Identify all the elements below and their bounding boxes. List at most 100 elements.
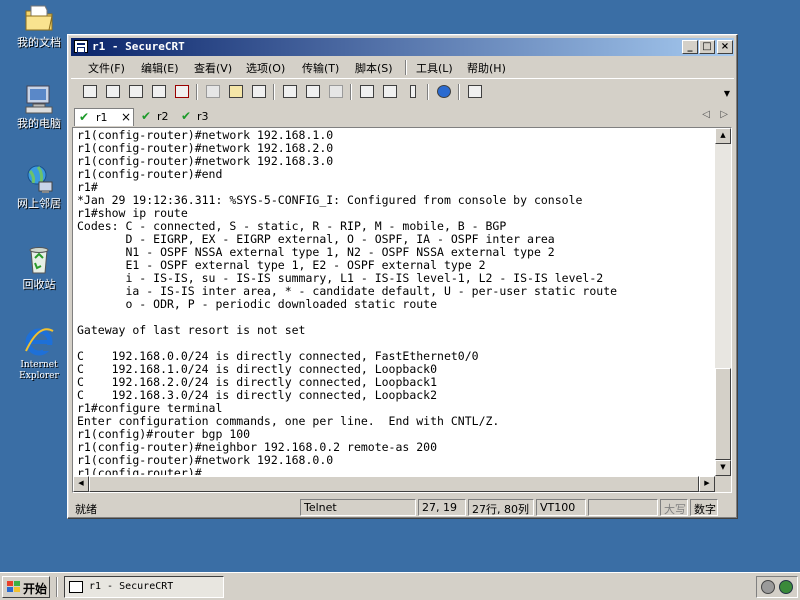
- menu-tools[interactable]: 工具(L): [416, 60, 453, 76]
- status-bar: 就绪 Telnet 27, 19 27行, 80列 VT100 大写 数字: [71, 497, 734, 517]
- start-label: 开始: [23, 582, 48, 596]
- system-tray: [756, 576, 798, 598]
- tab-label: r3: [197, 110, 209, 123]
- help-icon[interactable]: [435, 83, 453, 100]
- scroll-up-icon[interactable]: ▲: [715, 128, 731, 144]
- network-places-icon: [27, 165, 53, 193]
- reconnect-icon[interactable]: [150, 83, 168, 100]
- terminal-line: r1(config-router)#end: [77, 167, 223, 181]
- key-icon[interactable]: [404, 83, 422, 100]
- status-blank-field: [588, 499, 658, 516]
- terminal-area[interactable]: r1(config-router)#network 192.168.1.0 r1(…: [72, 127, 732, 493]
- desktop-icon-label: 我的文档: [17, 36, 61, 49]
- status-protocol: Telnet: [300, 499, 416, 516]
- session-tabs: ✔ r1 × ✔ r2 ✔ r3 ◁ ▷: [71, 105, 734, 127]
- desktop-icon-label: 网上邻居: [17, 197, 61, 210]
- global-options-icon[interactable]: [381, 83, 399, 100]
- tray-network-icon[interactable]: [779, 580, 793, 594]
- tab-close-icon[interactable]: ×: [121, 110, 131, 124]
- print-setup-icon[interactable]: [281, 83, 299, 100]
- window-title: r1 - SecureCRT: [92, 40, 185, 53]
- connected-check-icon: ✔: [141, 109, 152, 123]
- toolbar-overflow-icon[interactable]: ▼: [724, 89, 730, 98]
- maximize-button[interactable]: □: [699, 40, 715, 54]
- print-selection-icon[interactable]: [304, 83, 322, 100]
- toolbar-separator: [273, 84, 275, 100]
- tab-label: r2: [157, 110, 169, 123]
- tab-scroll-left-icon[interactable]: ◁: [702, 109, 710, 120]
- connect-icon[interactable]: [81, 83, 99, 100]
- vertical-scrollbar[interactable]: ▲ ▼: [715, 128, 731, 476]
- tab-scroll-right-icon[interactable]: ▷: [720, 109, 728, 120]
- connected-check-icon: ✔: [181, 109, 192, 123]
- tab-r1[interactable]: ✔ r1 ×: [74, 108, 134, 126]
- close-button[interactable]: ×: [717, 40, 733, 54]
- print-icon[interactable]: [327, 83, 345, 100]
- securecrt-app-icon[interactable]: [74, 40, 88, 53]
- keymap-icon[interactable]: [466, 83, 484, 100]
- securecrt-window: r1 - SecureCRT _ □ × 文件(F) 编辑(E) 查看(V) 选…: [67, 34, 738, 519]
- menu-options[interactable]: 选项(O): [246, 60, 285, 76]
- connected-check-icon: ✔: [79, 110, 90, 124]
- terminal-line: r1(config-router)#: [77, 466, 202, 476]
- taskbar-securecrt-button[interactable]: r1 - SecureCRT: [64, 576, 224, 598]
- disconnect-icon[interactable]: [173, 83, 191, 100]
- taskbar-button-label: r1 - SecureCRT: [89, 581, 174, 592]
- start-button[interactable]: 开始: [2, 576, 50, 598]
- paste-icon[interactable]: [227, 83, 245, 100]
- taskbar-separator: [56, 577, 58, 597]
- desktop-icon-my-computer[interactable]: 我的电脑: [8, 83, 70, 130]
- status-emulation: VT100: [536, 499, 586, 516]
- horizontal-scroll-thumb[interactable]: [89, 476, 699, 492]
- desktop-icon-network-places[interactable]: 网上邻居: [8, 163, 70, 210]
- windows-logo-icon: [7, 581, 20, 593]
- tab-r3[interactable]: ✔ r3: [177, 108, 215, 126]
- toolbar-separator: [427, 84, 429, 100]
- find-icon[interactable]: [250, 83, 268, 100]
- desktop-icon-label: 我的电脑: [17, 117, 61, 130]
- my-computer-icon: [25, 85, 53, 114]
- toolbar-separator: [196, 84, 198, 100]
- copy-icon[interactable]: [204, 83, 222, 100]
- tab-label: r1: [96, 111, 108, 124]
- title-bar[interactable]: r1 - SecureCRT _ □ ×: [71, 38, 734, 56]
- menu-script[interactable]: 脚本(S): [355, 60, 393, 76]
- menu-help[interactable]: 帮助(H): [467, 60, 506, 76]
- recycle-bin-icon: [29, 247, 49, 274]
- status-caps-lock: 大写: [660, 499, 688, 516]
- tray-volume-icon[interactable]: [761, 580, 775, 594]
- status-num-lock: 数字: [690, 499, 718, 516]
- menu-separator: [405, 60, 407, 75]
- my-documents-icon: [25, 5, 53, 31]
- scroll-left-icon[interactable]: ◀: [73, 476, 89, 492]
- desktop-icon-internet-explorer[interactable]: Internet Explorer: [8, 325, 70, 382]
- scroll-down-icon[interactable]: ▼: [715, 460, 731, 476]
- status-cursor-position: 27, 19: [418, 499, 466, 516]
- menu-file[interactable]: 文件(F): [88, 60, 125, 76]
- toolbar-separator: [350, 84, 352, 100]
- terminal-output[interactable]: r1(config-router)#network 192.168.1.0 r1(…: [77, 129, 715, 475]
- status-ready: 就绪: [75, 503, 97, 516]
- desktop-icon-my-documents[interactable]: 我的文档: [8, 2, 70, 49]
- session-options-icon[interactable]: [358, 83, 376, 100]
- menu-transfer[interactable]: 传输(T): [302, 60, 339, 76]
- desktop-icon-label: Internet Explorer: [19, 360, 59, 381]
- toolbar-separator: [458, 84, 460, 100]
- quick-connect-icon[interactable]: [104, 83, 122, 100]
- desktop-icon-recycle-bin[interactable]: 回收站: [8, 244, 70, 291]
- tab-r2[interactable]: ✔ r2: [137, 108, 175, 126]
- horizontal-scrollbar[interactable]: ◀ ▶: [73, 476, 715, 492]
- taskbar: 开始 r1 - SecureCRT: [0, 572, 800, 600]
- internet-explorer-icon: [25, 328, 54, 356]
- terminal-line: o - ODR, P - periodic downloaded static …: [77, 297, 438, 311]
- desktop-icon-label: 回收站: [22, 278, 56, 291]
- menu-edit[interactable]: 编辑(E): [141, 60, 179, 76]
- status-terminal-size: 27行, 80列: [468, 499, 534, 516]
- vertical-scroll-thumb[interactable]: [715, 368, 731, 460]
- minimize-button[interactable]: _: [682, 40, 698, 54]
- toolbar: ▼: [71, 78, 734, 103]
- menu-view[interactable]: 查看(V): [194, 60, 232, 76]
- securecrt-task-icon: [69, 581, 83, 593]
- scroll-right-icon[interactable]: ▶: [699, 476, 715, 492]
- connect-tab-icon[interactable]: [127, 83, 145, 100]
